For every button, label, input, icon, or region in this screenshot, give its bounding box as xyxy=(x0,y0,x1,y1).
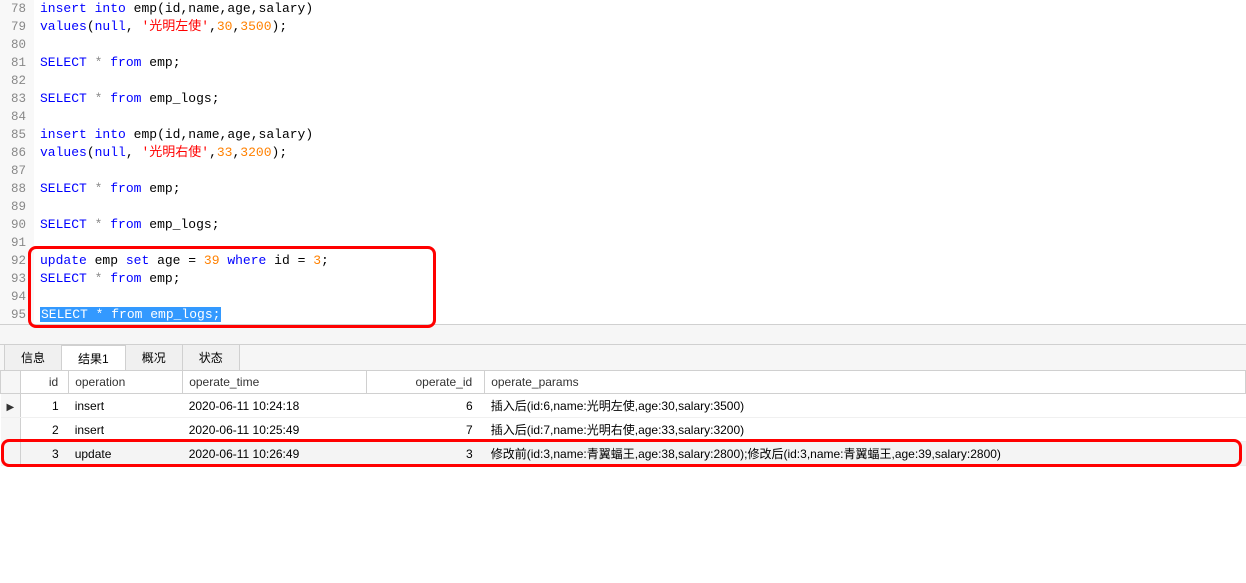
cell-operate_params[interactable]: 修改前(id:3,name:青翼蝠王,age:38,salary:2800);修… xyxy=(485,442,1246,466)
row-indicator-header xyxy=(1,371,21,394)
results-tabs: 信息结果1概况状态 xyxy=(0,344,1246,370)
code-content[interactable] xyxy=(34,198,40,216)
code-content[interactable]: insert into emp(id,name,age,salary) xyxy=(34,0,313,18)
cell-id[interactable]: 2 xyxy=(21,418,69,442)
code-line[interactable]: 84 xyxy=(0,108,1246,126)
line-number: 95 xyxy=(0,306,34,324)
line-number: 87 xyxy=(0,162,34,180)
code-line[interactable]: 90SELECT * from emp_logs; xyxy=(0,216,1246,234)
row-indicator xyxy=(1,442,21,466)
cell-operate_time[interactable]: 2020-06-11 10:25:49 xyxy=(183,418,367,442)
col-header-operate-time[interactable]: operate_time xyxy=(183,371,367,394)
col-header-operate-params[interactable]: operate_params xyxy=(485,371,1246,394)
code-line[interactable]: 89 xyxy=(0,198,1246,216)
cell-operate_time[interactable]: 2020-06-11 10:26:49 xyxy=(183,442,367,466)
code-content[interactable] xyxy=(34,36,40,54)
code-content[interactable] xyxy=(34,72,40,90)
cell-operate_id[interactable]: 3 xyxy=(367,442,485,466)
code-line[interactable]: 79values(null, '光明左使',30,3500); xyxy=(0,18,1246,36)
cell-operate_params[interactable]: 插入后(id:7,name:光明右使,age:33,salary:3200) xyxy=(485,418,1246,442)
code-line[interactable]: 78insert into emp(id,name,age,salary) xyxy=(0,0,1246,18)
line-number: 91 xyxy=(0,234,34,252)
code-content[interactable]: values(null, '光明左使',30,3500); xyxy=(34,18,287,36)
sql-editor[interactable]: 78insert into emp(id,name,age,salary)79v… xyxy=(0,0,1246,324)
row-indicator: ▶ xyxy=(1,394,21,418)
code-content[interactable]: SELECT * from emp; xyxy=(34,270,181,288)
col-header-operation[interactable]: operation xyxy=(69,371,183,394)
col-header-id[interactable]: id xyxy=(21,371,69,394)
results-tab[interactable]: 状态 xyxy=(182,344,240,370)
line-number: 90 xyxy=(0,216,34,234)
code-content[interactable]: values(null, '光明右使',33,3200); xyxy=(34,144,287,162)
cell-operation[interactable]: update xyxy=(69,442,183,466)
cell-id[interactable]: 3 xyxy=(21,442,69,466)
code-line[interactable]: 80 xyxy=(0,36,1246,54)
code-line[interactable]: 93SELECT * from emp; xyxy=(0,270,1246,288)
line-number: 78 xyxy=(0,0,34,18)
code-content[interactable] xyxy=(34,162,40,180)
line-number: 88 xyxy=(0,180,34,198)
table-row[interactable]: 3update2020-06-11 10:26:493修改前(id:3,name… xyxy=(1,442,1246,466)
results-table[interactable]: id operation operate_time operate_id ope… xyxy=(0,370,1246,466)
line-number: 92 xyxy=(0,252,34,270)
line-number: 83 xyxy=(0,90,34,108)
code-line[interactable]: 91 xyxy=(0,234,1246,252)
cell-id[interactable]: 1 xyxy=(21,394,69,418)
code-line[interactable]: 95SELECT * from emp_logs; xyxy=(0,306,1246,324)
code-line[interactable]: 82 xyxy=(0,72,1246,90)
line-number: 82 xyxy=(0,72,34,90)
code-line[interactable]: 81SELECT * from emp; xyxy=(0,54,1246,72)
line-number: 93 xyxy=(0,270,34,288)
row-indicator xyxy=(1,418,21,442)
code-line[interactable]: 83SELECT * from emp_logs; xyxy=(0,90,1246,108)
code-line[interactable]: 88SELECT * from emp; xyxy=(0,180,1246,198)
code-content[interactable]: SELECT * from emp_logs; xyxy=(34,216,220,234)
cell-operation[interactable]: insert xyxy=(69,394,183,418)
cell-operate_id[interactable]: 7 xyxy=(367,418,485,442)
code-content[interactable] xyxy=(34,288,40,306)
cell-operate_id[interactable]: 6 xyxy=(367,394,485,418)
line-number: 89 xyxy=(0,198,34,216)
line-number: 86 xyxy=(0,144,34,162)
code-content[interactable]: SELECT * from emp_logs; xyxy=(34,306,221,324)
current-row-marker-icon: ▶ xyxy=(7,402,15,413)
col-header-operate-id[interactable]: operate_id xyxy=(367,371,485,394)
code-content[interactable]: SELECT * from emp; xyxy=(34,180,181,198)
code-line[interactable]: 92update emp set age = 39 where id = 3; xyxy=(0,252,1246,270)
line-number: 79 xyxy=(0,18,34,36)
line-number: 94 xyxy=(0,288,34,306)
code-line[interactable]: 94 xyxy=(0,288,1246,306)
code-line[interactable]: 85insert into emp(id,name,age,salary) xyxy=(0,126,1246,144)
line-number: 85 xyxy=(0,126,34,144)
cell-operation[interactable]: insert xyxy=(69,418,183,442)
table-row[interactable]: 2insert2020-06-11 10:25:497插入后(id:7,name… xyxy=(1,418,1246,442)
code-content[interactable] xyxy=(34,108,40,126)
code-line[interactable]: 86values(null, '光明右使',33,3200); xyxy=(0,144,1246,162)
results-tab[interactable]: 结果1 xyxy=(61,345,126,371)
code-content[interactable]: SELECT * from emp_logs; xyxy=(34,90,220,108)
table-row[interactable]: ▶ 1insert2020-06-11 10:24:186插入后(id:6,nam… xyxy=(1,394,1246,418)
editor-results-divider xyxy=(0,324,1246,344)
code-content[interactable]: SELECT * from emp; xyxy=(34,54,181,72)
code-content[interactable]: update emp set age = 39 where id = 3; xyxy=(34,252,329,270)
results-tab[interactable]: 概况 xyxy=(125,344,183,370)
line-number: 84 xyxy=(0,108,34,126)
line-number: 81 xyxy=(0,54,34,72)
cell-operate_time[interactable]: 2020-06-11 10:24:18 xyxy=(183,394,367,418)
code-line[interactable]: 87 xyxy=(0,162,1246,180)
cell-operate_params[interactable]: 插入后(id:6,name:光明左使,age:30,salary:3500) xyxy=(485,394,1246,418)
line-number: 80 xyxy=(0,36,34,54)
code-content[interactable]: insert into emp(id,name,age,salary) xyxy=(34,126,313,144)
results-panel: id operation operate_time operate_id ope… xyxy=(0,370,1246,466)
results-tab[interactable]: 信息 xyxy=(4,344,62,370)
code-content[interactable] xyxy=(34,234,40,252)
